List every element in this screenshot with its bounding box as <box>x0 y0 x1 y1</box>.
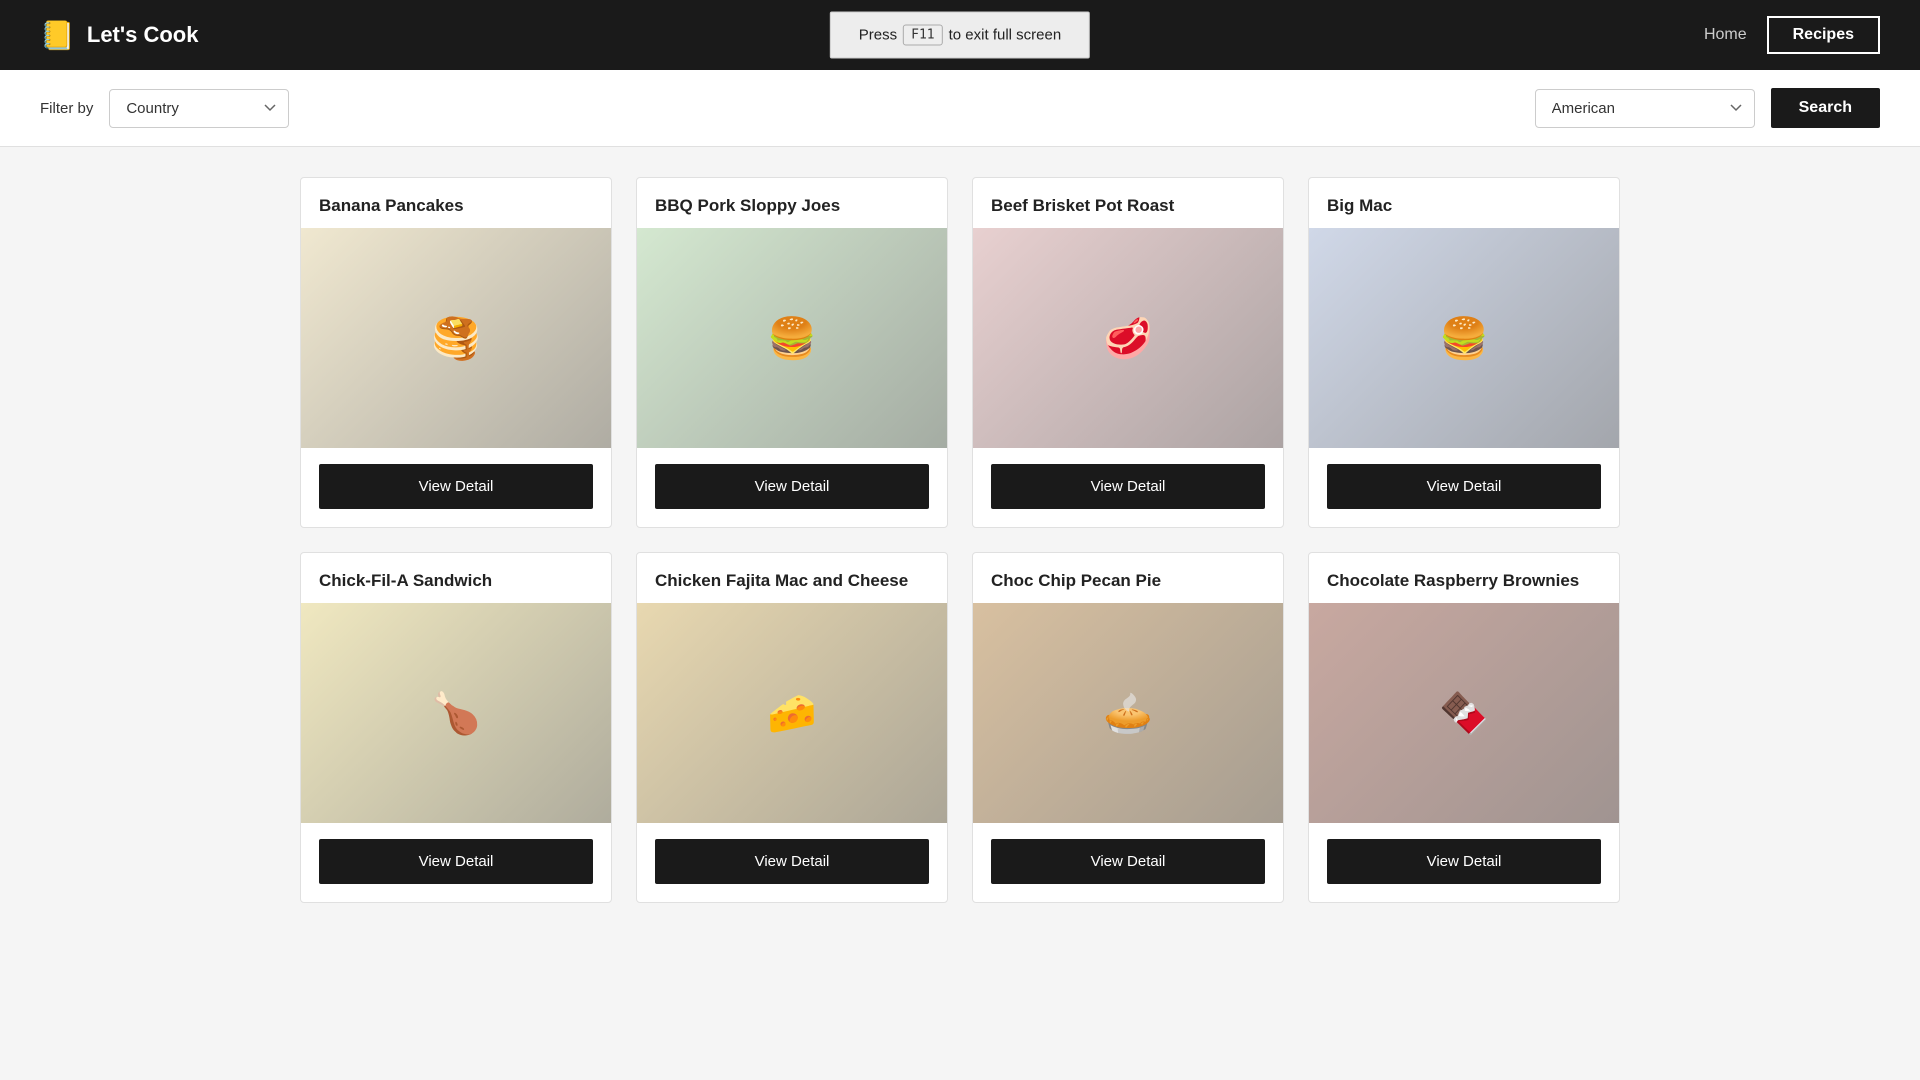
recipe-image: 🍫 <box>1309 603 1619 823</box>
toast-text-after: to exit full screen <box>949 27 1062 44</box>
view-detail-button[interactable]: View Detail <box>991 464 1265 509</box>
view-detail-button[interactable]: View Detail <box>1327 464 1601 509</box>
header-nav: Home Recipes <box>1704 16 1880 54</box>
recipe-image: 🍔 <box>637 228 947 448</box>
recipe-title: Chocolate Raspberry Brownies <box>1309 553 1619 603</box>
view-detail-button[interactable]: View Detail <box>1327 839 1601 884</box>
recipe-title: Chick-Fil-A Sandwich <box>301 553 611 603</box>
toast-text-before: Press <box>859 27 897 44</box>
recipe-card: Chocolate Raspberry Brownies🍫 View Detail <box>1308 552 1620 903</box>
recipe-card: BBQ Pork Sloppy Joes🍔 View Detail <box>636 177 948 528</box>
fullscreen-toast: Press F11 to exit full screen <box>830 12 1090 59</box>
view-detail-button[interactable]: View Detail <box>319 464 593 509</box>
recipe-image: 🧀 <box>637 603 947 823</box>
recipe-image: 🍔 <box>1309 228 1619 448</box>
recipe-image: 🍗 <box>301 603 611 823</box>
recipe-image: 🥧 <box>973 603 1283 823</box>
app-logo: 📒 Let's Cook <box>40 19 198 52</box>
country-select[interactable]: American Italian Mexican Indian French <box>1535 89 1755 128</box>
recipe-title: Big Mac <box>1309 178 1619 228</box>
app-title: Let's Cook <box>87 22 199 48</box>
recipe-title: Choc Chip Pecan Pie <box>973 553 1283 603</box>
recipe-card: Big Mac🍔 View Detail <box>1308 177 1620 528</box>
view-detail-button[interactable]: View Detail <box>319 839 593 884</box>
filter-bar: Filter by Country Ingredient Category Am… <box>0 70 1920 147</box>
recipe-card: Chicken Fajita Mac and Cheese🧀 View Detai… <box>636 552 948 903</box>
toast-key: F11 <box>903 25 942 46</box>
view-detail-button[interactable]: View Detail <box>655 464 929 509</box>
app-header: 📒 Let's Cook Press F11 to exit full scre… <box>0 0 1920 70</box>
recipe-title: BBQ Pork Sloppy Joes <box>637 178 947 228</box>
filter-type-select[interactable]: Country Ingredient Category <box>109 89 289 128</box>
view-detail-button[interactable]: View Detail <box>655 839 929 884</box>
filter-by-label: Filter by <box>40 100 93 117</box>
view-detail-button[interactable]: View Detail <box>991 839 1265 884</box>
recipe-card: Beef Brisket Pot Roast🥩 View Detail <box>972 177 1284 528</box>
recipe-image: 🥩 <box>973 228 1283 448</box>
recipe-image: 🥞 <box>301 228 611 448</box>
nav-recipes-button[interactable]: Recipes <box>1767 16 1880 54</box>
recipe-title: Chicken Fajita Mac and Cheese <box>637 553 947 603</box>
recipe-card: Choc Chip Pecan Pie🥧 View Detail <box>972 552 1284 903</box>
recipe-grid: Banana Pancakes🥞View DetailBBQ Pork Slop… <box>260 147 1660 933</box>
recipe-card: Banana Pancakes🥞 View Detail <box>300 177 612 528</box>
nav-home-link[interactable]: Home <box>1704 26 1747 44</box>
recipe-card: Chick-Fil-A Sandwich🍗 View Detail <box>300 552 612 903</box>
logo-icon: 📒 <box>40 19 75 52</box>
recipe-title: Beef Brisket Pot Roast <box>973 178 1283 228</box>
search-button[interactable]: Search <box>1771 88 1880 128</box>
recipe-title: Banana Pancakes <box>301 178 611 228</box>
